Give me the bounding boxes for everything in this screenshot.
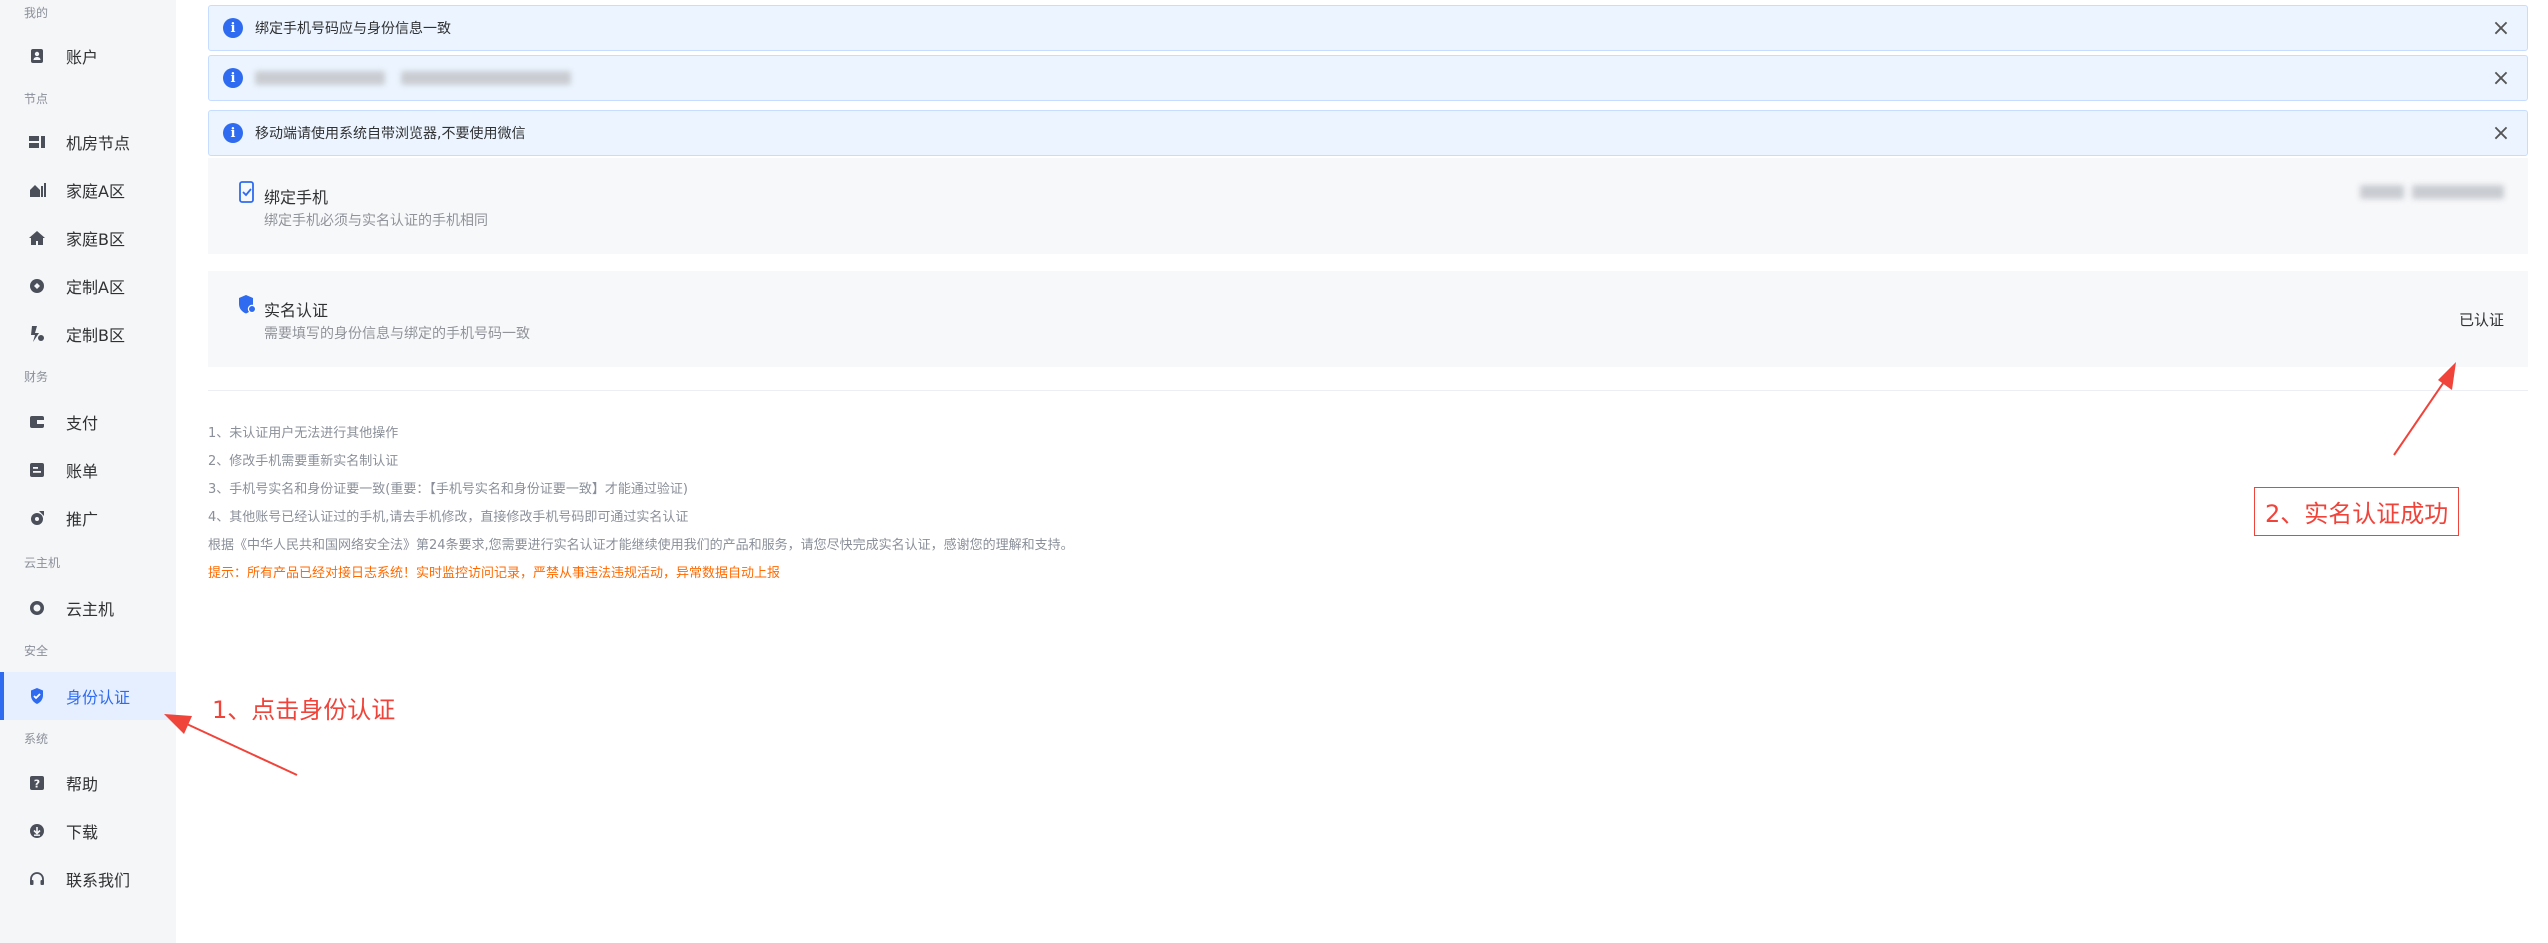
annotation-step1: 1、点击身份认证 <box>212 696 396 724</box>
page: 我的 账户 节点 机房节点 家庭A区 家庭B区 定制A区 定制B区 财务 支付 … <box>0 0 2548 943</box>
annotation-step2: 2、实名认证成功 <box>2254 487 2460 536</box>
annotation-arrows <box>164 362 2456 776</box>
